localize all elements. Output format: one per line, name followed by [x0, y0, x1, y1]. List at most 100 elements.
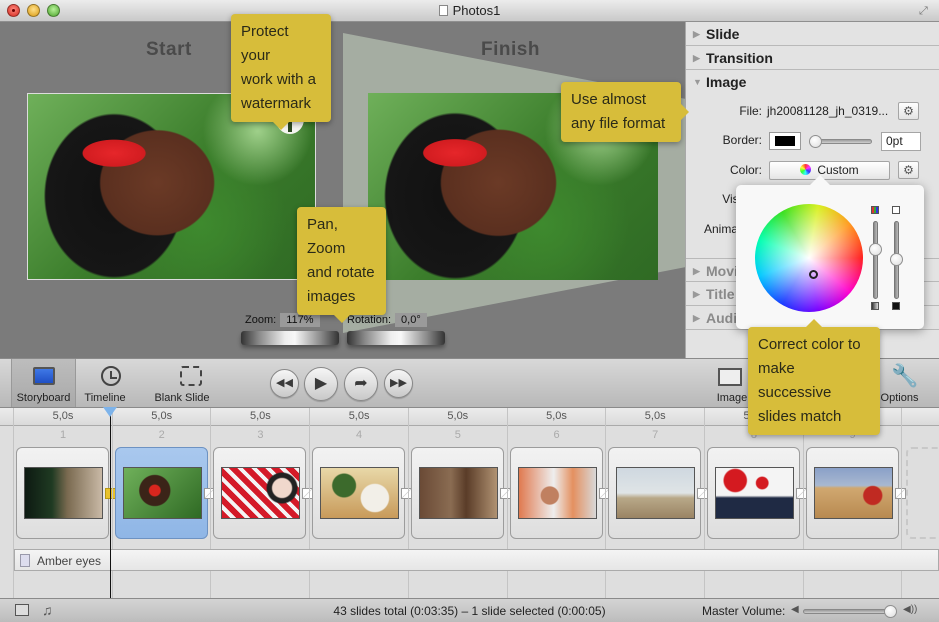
- share-button[interactable]: ➦: [344, 367, 378, 401]
- color-popover: [736, 175, 924, 329]
- image-icon: [718, 368, 742, 386]
- zoom-wheel[interactable]: [241, 331, 339, 345]
- color-gear-icon[interactable]: ⚙: [898, 161, 919, 179]
- playhead[interactable]: [110, 408, 111, 598]
- tooltip-watermark: Protect your work with a watermark: [231, 14, 331, 130]
- saturation-slider-knob[interactable]: [869, 243, 882, 256]
- volume-high-icon: ◀)): [903, 604, 918, 615]
- color-wheel[interactable]: [755, 204, 863, 312]
- tooltip-line: slides match: [758, 408, 842, 425]
- slide-thumbnail: [714, 467, 794, 519]
- slide-number: 2: [158, 429, 165, 441]
- rewind-icon: ◀◀: [276, 377, 293, 389]
- playhead-handle[interactable]: [103, 407, 117, 424]
- timeline-button[interactable]: Timeline: [77, 359, 133, 407]
- tooltip-line: make successive: [758, 360, 832, 401]
- window-title: Photos1: [0, 3, 939, 18]
- saturation-low-icon: [871, 302, 879, 310]
- slide-duration[interactable]: 5,0s: [409, 410, 507, 422]
- blank-slide-button[interactable]: Blank Slide: [141, 359, 223, 407]
- zoom-readout: Zoom: 117%: [245, 313, 320, 327]
- tooltip-line: Pan, Zoom: [307, 216, 346, 257]
- slide-thumbnail: [517, 467, 597, 519]
- tooltip-line: images: [307, 288, 356, 305]
- document-icon: [438, 5, 448, 16]
- audio-track-name: Amber eyes: [37, 554, 102, 568]
- slide-number: 5: [454, 429, 461, 441]
- section-transition-label: Transition: [706, 50, 773, 66]
- slide-number: 3: [257, 429, 264, 441]
- slide-item[interactable]: [16, 447, 109, 539]
- border-slider-knob[interactable]: [809, 135, 822, 148]
- saturation-slider[interactable]: [873, 221, 878, 299]
- storyboard-icon: [33, 367, 55, 385]
- master-volume-label: Master Volume:: [702, 604, 786, 618]
- audio-track[interactable]: Amber eyes: [14, 549, 939, 571]
- clock-icon: [101, 366, 121, 386]
- slide-item[interactable]: [706, 447, 800, 539]
- tooltip-line: watermark: [241, 95, 312, 112]
- section-transition[interactable]: ▶ Transition: [686, 46, 939, 70]
- border-color-well[interactable]: [769, 132, 801, 150]
- title-bar: Photos1 ⤢: [0, 0, 939, 22]
- slide-duration[interactable]: 5,0s: [606, 410, 704, 422]
- color-label: Color:: [729, 163, 762, 177]
- image-button[interactable]: Image: [712, 359, 752, 407]
- slide-item[interactable]: [114, 447, 208, 539]
- status-bar: ♫ 43 slides total (0:03:35) – 1 slide se…: [0, 598, 939, 622]
- slide-duration[interactable]: 5,0s: [508, 410, 606, 422]
- color-wheel-selector[interactable]: [809, 270, 818, 279]
- tooltip-file-format: Use almost any file format: [561, 82, 689, 142]
- slide-duration[interactable]: 5,0s: [113, 410, 211, 422]
- slide-duration[interactable]: 5,0s: [211, 410, 309, 422]
- disclosure-right-icon: ▶: [693, 53, 700, 63]
- slide-thumbnail: [320, 467, 400, 519]
- options-label: Options: [880, 392, 919, 404]
- section-image[interactable]: ▼ Image: [686, 70, 939, 94]
- storyboard-button[interactable]: Storyboard: [11, 359, 76, 407]
- rewind-button[interactable]: ◀◀: [270, 369, 299, 398]
- fast-forward-button[interactable]: ▶▶: [384, 369, 413, 398]
- finish-heading: Finish: [481, 39, 540, 60]
- image-label: Image: [716, 392, 748, 404]
- play-button[interactable]: ▶: [304, 367, 338, 401]
- tooltip-line: any file format: [571, 115, 666, 132]
- empty-slide-placeholder[interactable]: [906, 447, 939, 539]
- blank-slide-label: Blank Slide: [154, 392, 210, 404]
- slide-item[interactable]: [608, 447, 702, 539]
- transition-marker[interactable]: [894, 488, 906, 499]
- brightness-slider-knob[interactable]: [890, 253, 903, 266]
- animate-label: Anima: [703, 222, 738, 236]
- file-gear-icon[interactable]: ⚙: [898, 102, 919, 120]
- options-button[interactable]: 🔧 Options: [877, 359, 922, 407]
- slide-item[interactable]: [805, 447, 899, 539]
- disclosure-right-icon: ▶: [693, 29, 700, 39]
- slide-item[interactable]: [312, 447, 406, 539]
- section-slide[interactable]: ▶ Slide: [686, 22, 939, 46]
- rotation-wheel[interactable]: [347, 331, 445, 345]
- slide-duration[interactable]: 5,0s: [310, 410, 408, 422]
- color-wheel-icon: [800, 164, 812, 175]
- slide-item[interactable]: [509, 447, 603, 539]
- slide-thumbnail: [813, 467, 893, 519]
- slide-number: 7: [652, 429, 659, 441]
- section-image-label: Image: [706, 74, 747, 90]
- brightness-high-icon: [892, 206, 900, 214]
- slide-duration[interactable]: 5,0s: [14, 410, 112, 422]
- zoom-value: 117%: [280, 313, 320, 327]
- blank-slide-icon: [180, 366, 202, 386]
- slide-item[interactable]: [410, 447, 504, 539]
- master-volume-slider[interactable]: [803, 609, 895, 614]
- audio-file-icon: [20, 554, 30, 567]
- slide-thumbnail: [418, 467, 498, 519]
- file-value: jh20081128_jh_0319...: [767, 104, 889, 118]
- file-label: File:: [739, 104, 762, 118]
- border-width-field[interactable]: 0pt: [881, 132, 921, 151]
- fullscreen-icon[interactable]: ⤢: [919, 5, 931, 17]
- saturation-high-icon: [871, 206, 879, 214]
- timeline-label: Timeline: [84, 392, 126, 404]
- tooltip-color: Correct color to make successive slides …: [748, 319, 880, 435]
- section-slide-label: Slide: [706, 26, 740, 42]
- brightness-low-icon: [892, 302, 900, 310]
- slide-item[interactable]: [213, 447, 307, 539]
